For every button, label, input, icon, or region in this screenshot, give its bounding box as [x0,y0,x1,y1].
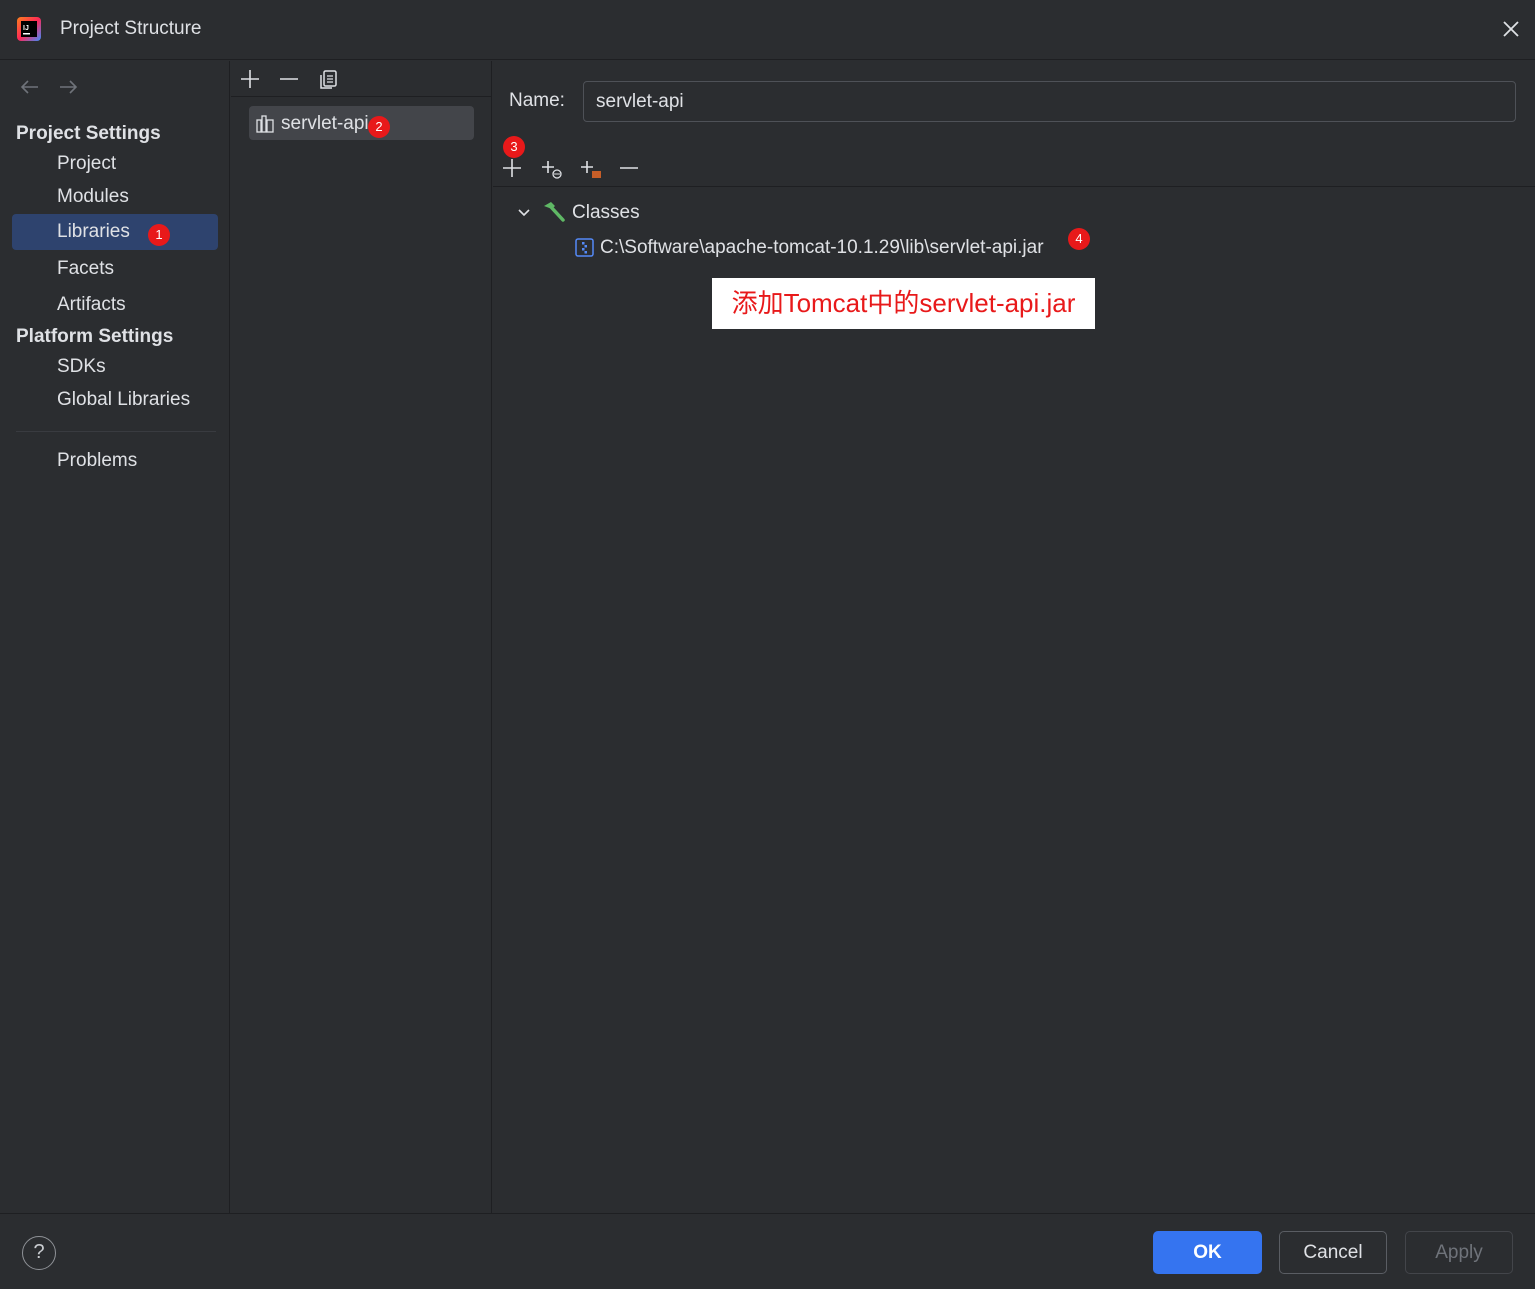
nav-item-problems[interactable]: Problems [12,443,218,479]
remove-icon[interactable] [277,67,301,91]
jar-file-icon [575,238,594,257]
add-icon[interactable] [500,156,524,180]
intellij-idea-logo-icon: IJ [17,17,41,41]
step-badge-1: 1 [148,224,170,246]
project-settings-header: Project Settings [16,123,161,144]
tree-node-jar-path[interactable]: C:\Software\apache-tomcat-10.1.29\lib\se… [600,237,1044,259]
nav-item-sdks[interactable]: SDKs [12,349,218,385]
nav-item-libraries[interactable]: Libraries [12,214,218,250]
window-title: Project Structure [60,18,202,39]
annotation-note: 添加Tomcat中的servlet-api.jar [712,278,1095,329]
title-bar: IJ Project Structure [0,0,1535,60]
nav-item-project[interactable]: Project [12,146,218,182]
chevron-down-icon[interactable] [515,204,533,222]
nav-item-modules[interactable]: Modules [12,179,218,215]
step-badge-2: 2 [368,116,390,138]
help-button[interactable]: ? [22,1236,56,1270]
name-label: Name: [509,90,565,111]
tree-node-classes[interactable]: Classes [572,202,640,224]
svg-text:IJ: IJ [23,25,29,32]
apply-button[interactable]: Apply [1405,1231,1513,1274]
nav-item-artifacts[interactable]: Artifacts [12,287,218,323]
ok-button[interactable]: OK [1153,1231,1262,1274]
libraries-list-panel [231,61,492,1213]
add-url-icon[interactable] [539,156,563,180]
add-icon[interactable] [238,67,262,91]
cancel-button[interactable]: Cancel [1279,1231,1387,1274]
arrow-left-icon[interactable] [19,76,41,98]
nav-item-global-libraries[interactable]: Global Libraries [12,382,218,418]
library-detail-panel [493,61,1535,1213]
library-icon [256,115,274,133]
platform-settings-header: Platform Settings [16,326,174,347]
arrow-right-icon[interactable] [57,76,79,98]
toolbar-divider [493,186,1535,187]
library-item-label: servlet-api [281,113,369,134]
library-name-input[interactable] [583,81,1516,122]
nav-separator [16,431,216,432]
libraries-toolbar [231,61,492,97]
remove-icon[interactable] [617,156,641,180]
add-folder-icon[interactable] [578,156,602,180]
step-badge-4: 4 [1068,228,1090,250]
close-icon[interactable] [1498,16,1524,42]
library-item-servlet-api[interactable]: servlet-api [249,106,474,140]
hammer-icon [544,202,565,222]
nav-item-facets[interactable]: Facets [12,251,218,287]
copy-icon[interactable] [317,67,341,91]
step-badge-3: 3 [503,136,525,158]
